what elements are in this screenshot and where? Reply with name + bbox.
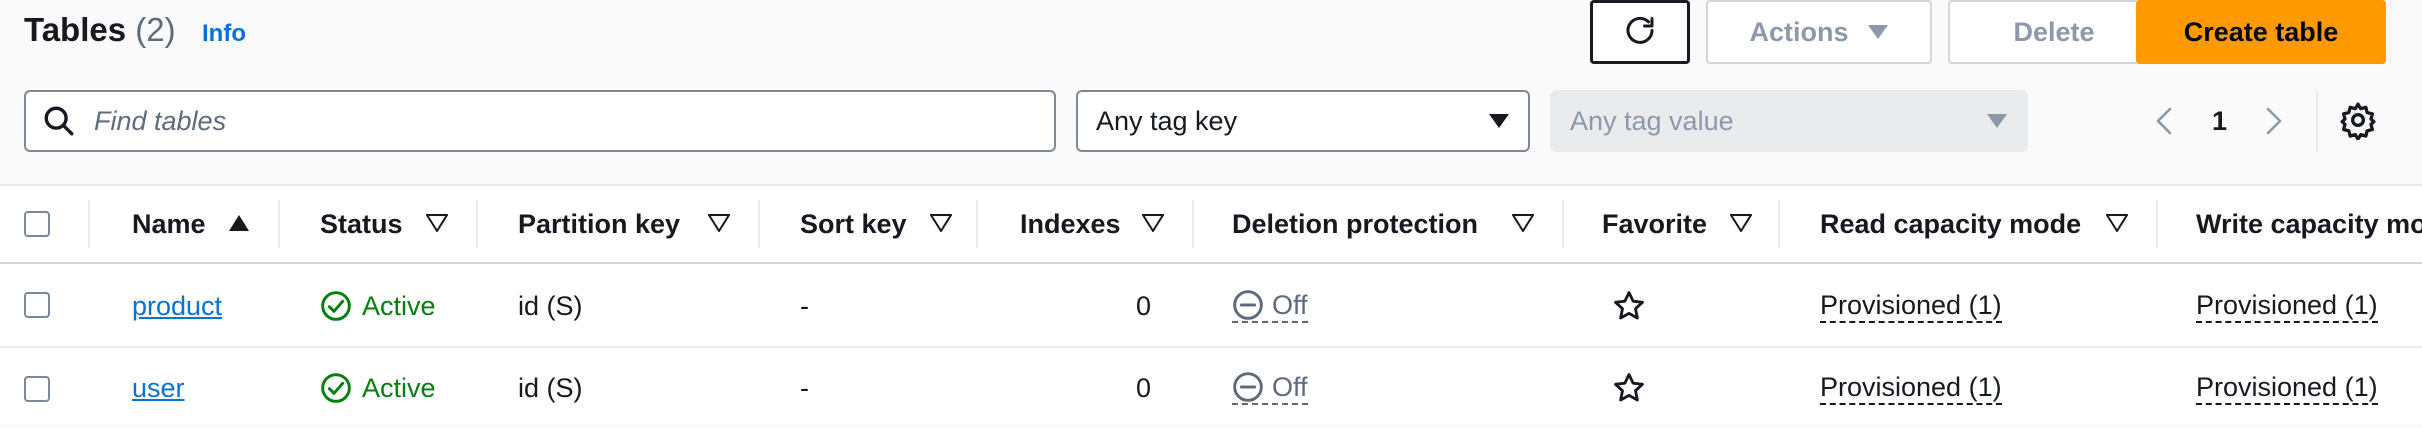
deletion-protection-text: Off [1272,289,1308,320]
sort-icon [426,214,448,232]
search-box[interactable] [24,90,1056,152]
tag-value-select: Any tag value [1550,90,2028,152]
sort-icon [1512,214,1534,232]
favorite-button[interactable] [1612,266,1646,346]
row-checkbox[interactable] [24,292,50,318]
tag-key-value: Any tag key [1096,105,1238,136]
deletion-protection-status[interactable]: Off [1232,371,1308,405]
chevron-left-icon [2156,107,2172,135]
actions-label: Actions [1749,16,1849,47]
deletion-protection-cell[interactable]: Off [1232,266,1308,346]
sort-icon [930,214,952,232]
column-divider [88,200,90,248]
deletion-protection-cell[interactable]: Off [1232,348,1308,428]
create-table-button[interactable]: Create table [2136,0,2386,64]
sort-icon [2106,214,2128,232]
status-badge: Active [320,266,436,346]
search-icon [44,106,74,136]
minus-circle-icon [1233,290,1263,320]
search-input[interactable] [92,104,992,138]
column-header-favorite[interactable]: Favorite [1602,186,1707,262]
column-header-deletion-protection[interactable]: Deletion protection [1232,186,1478,262]
column-divider [1778,200,1780,248]
star-icon [1614,291,1644,320]
next-page-button[interactable] [2264,98,2284,144]
write-capacity-mode[interactable]: Provisioned (1) [2196,372,2378,405]
select-all-checkbox[interactable] [24,211,50,237]
sort-key-cell: - [800,372,809,403]
gear-icon [2340,102,2376,141]
tag-key-select[interactable]: Any tag key [1076,90,1530,152]
sort-key-cell: - [800,290,809,321]
chevron-right-icon [2266,107,2282,135]
status-text: Active [362,372,436,403]
column-divider [2156,200,2158,248]
column-divider [758,200,760,248]
column-divider [476,200,478,248]
column-header-write-capacity-mode[interactable]: Write capacity mo [2196,186,2422,262]
column-header-read-capacity-mode[interactable]: Read capacity mode [1820,186,2081,262]
table-name-link[interactable]: user [132,373,185,404]
partition-key-cell: id (S) [518,290,583,321]
table-name-link[interactable]: product [132,291,222,322]
previous-page-button[interactable] [2154,98,2174,144]
deletion-protection-status[interactable]: Off [1232,289,1308,323]
write-capacity-mode[interactable]: Provisioned (1) [2196,290,2378,323]
column-divider [278,200,280,248]
sort-ascending-icon [229,215,249,231]
partition-key-cell: id (S) [518,372,583,403]
read-capacity-mode[interactable]: Provisioned (1) [1820,372,2002,405]
column-header-name[interactable]: Name [132,186,206,262]
caret-down-icon [1489,114,1509,128]
tag-value-placeholder: Any tag value [1570,105,1734,136]
deletion-protection-text: Off [1272,371,1308,402]
column-divider [1562,200,1564,248]
check-circle-icon [321,291,351,321]
row-checkbox[interactable] [24,376,50,402]
sort-icon [708,214,730,232]
table-count: (2) [135,11,176,48]
refresh-button[interactable] [1590,0,1690,64]
column-header-partition-key[interactable]: Partition key [518,186,680,262]
column-header-status[interactable]: Status [320,186,403,262]
page-title-text: Tables [24,11,127,48]
page-title: Tables (2) [24,8,176,52]
indexes-cell: 0 [1136,290,1152,321]
column-divider [976,200,978,248]
column-divider [1192,200,1194,248]
check-circle-icon [321,373,351,403]
sort-icon [1142,214,1164,232]
read-capacity-mode[interactable]: Provisioned (1) [1820,290,2002,323]
caret-down-icon [1987,114,2007,128]
refresh-icon [1626,16,1654,44]
caret-down-icon [1867,25,1888,39]
favorite-button[interactable] [1612,348,1646,428]
star-icon [1614,373,1644,402]
preferences-button[interactable] [2338,100,2378,145]
current-page[interactable]: 1 [2212,98,2227,144]
indexes-cell: 0 [1136,372,1152,403]
minus-circle-icon [1233,372,1263,402]
column-header-sort-key[interactable]: Sort key [800,186,907,262]
sort-icon [1730,214,1752,232]
column-header-indexes[interactable]: Indexes [1020,186,1121,262]
actions-button[interactable]: Actions [1706,0,1932,64]
pagination-divider [2316,90,2318,152]
status-text: Active [362,290,436,321]
delete-button[interactable]: Delete [1948,0,2160,64]
info-link[interactable]: Info [202,18,246,50]
status-badge: Active [320,348,436,428]
